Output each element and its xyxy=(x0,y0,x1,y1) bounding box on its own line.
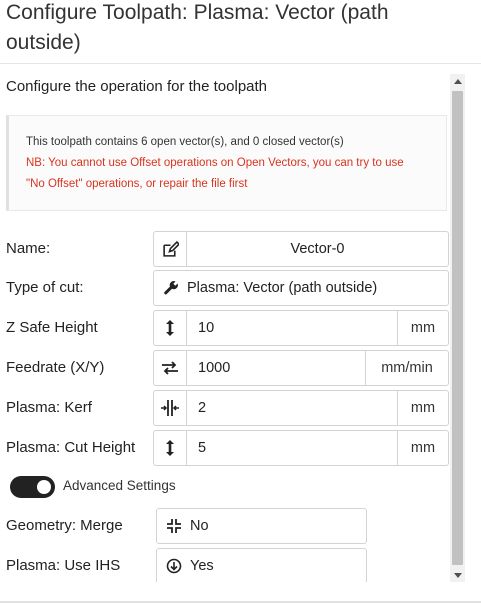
advanced-settings-label: Advanced Settings xyxy=(63,478,176,493)
vector-alert: This toolpath contains 6 open vector(s),… xyxy=(6,115,447,211)
vertical-arrows-icon xyxy=(154,431,187,465)
vertical-arrows-icon xyxy=(154,311,187,345)
use-ihs-label: Plasma: Use IHS xyxy=(6,557,121,574)
type-of-cut-display: Plasma: Vector (path outside) xyxy=(154,271,377,305)
name-row: Name: Vector-0 xyxy=(0,231,450,267)
alert-info-text: This toolpath contains 6 open vector(s),… xyxy=(26,136,344,148)
dialog-body: Configure the operation for the toolpath… xyxy=(0,64,450,582)
geometry-merge-label: Geometry: Merge xyxy=(6,517,123,534)
kerf-label: Plasma: Kerf xyxy=(6,399,92,416)
cut-height-input[interactable]: 5 xyxy=(187,431,397,465)
scroll-down-arrow-icon[interactable] xyxy=(450,568,465,582)
z-safe-height-group: 10 mm xyxy=(153,310,449,346)
geometry-merge-display: No xyxy=(157,509,209,543)
cut-height-group: 5 mm xyxy=(153,430,449,466)
use-ihs-display: Yes xyxy=(157,549,214,582)
feedrate-label: Feedrate (X/Y) xyxy=(6,359,105,376)
name-input-group: Vector-0 xyxy=(153,231,449,267)
geometry-merge-row: Geometry: Merge No xyxy=(0,508,450,544)
z-safe-height-unit: mm xyxy=(397,311,448,345)
compress-icon xyxy=(165,518,183,534)
alert-warning-text-2: "No Offset" operations, or repair the fi… xyxy=(26,178,248,190)
cut-height-unit: mm xyxy=(397,431,448,465)
cut-height-row: Plasma: Cut Height 5 mm xyxy=(0,430,450,466)
advanced-settings-toggle[interactable] xyxy=(10,476,55,498)
z-safe-height-row: Z Safe Height 10 mm xyxy=(0,310,450,346)
feedrate-input[interactable]: 1000 xyxy=(187,351,365,385)
geometry-merge-value: No xyxy=(190,518,209,534)
type-of-cut-row: Type of cut: Plasma: Vector (path outsid… xyxy=(0,270,450,306)
dialog-title: Configure Toolpath: Plasma: Vector (path… xyxy=(6,1,389,54)
kerf-unit: mm xyxy=(397,391,448,425)
type-of-cut-label: Type of cut: xyxy=(6,279,84,296)
use-ihs-row: Plasma: Use IHS Yes xyxy=(0,548,450,582)
vertical-scrollbar[interactable] xyxy=(450,74,465,582)
kerf-row: Plasma: Kerf 2 mm xyxy=(0,390,450,426)
use-ihs-value: Yes xyxy=(190,558,214,574)
exchange-icon xyxy=(154,351,187,385)
edit-icon[interactable] xyxy=(154,232,187,266)
name-input[interactable]: Vector-0 xyxy=(187,232,448,266)
scrollbar-thumb[interactable] xyxy=(452,91,463,565)
toggle-knob xyxy=(37,480,51,494)
feedrate-row: Feedrate (X/Y) 1000 mm/min xyxy=(0,350,450,386)
feedrate-unit: mm/min xyxy=(365,351,448,385)
name-label: Name: xyxy=(6,240,51,257)
feedrate-group: 1000 mm/min xyxy=(153,350,449,386)
use-ihs-select[interactable]: Yes xyxy=(156,548,367,582)
type-of-cut-value: Plasma: Vector (path outside) xyxy=(187,280,378,296)
geometry-merge-select[interactable]: No xyxy=(156,508,367,544)
kerf-input[interactable]: 2 xyxy=(187,391,397,425)
alert-warning-text: NB: You cannot use Offset operations on … xyxy=(26,157,404,169)
type-of-cut-select[interactable]: Plasma: Vector (path outside) xyxy=(153,270,449,306)
z-safe-height-input[interactable]: 10 xyxy=(187,311,397,345)
kerf-icon xyxy=(154,391,187,425)
scroll-up-arrow-icon[interactable] xyxy=(450,74,465,88)
arrow-circle-down-icon xyxy=(165,558,183,574)
z-safe-height-label: Z Safe Height xyxy=(6,319,98,336)
kerf-group: 2 mm xyxy=(153,390,449,426)
cut-height-label: Plasma: Cut Height xyxy=(6,439,136,456)
wrench-icon xyxy=(162,280,180,296)
dialog-subtitle: Configure the operation for the toolpath xyxy=(6,78,268,95)
